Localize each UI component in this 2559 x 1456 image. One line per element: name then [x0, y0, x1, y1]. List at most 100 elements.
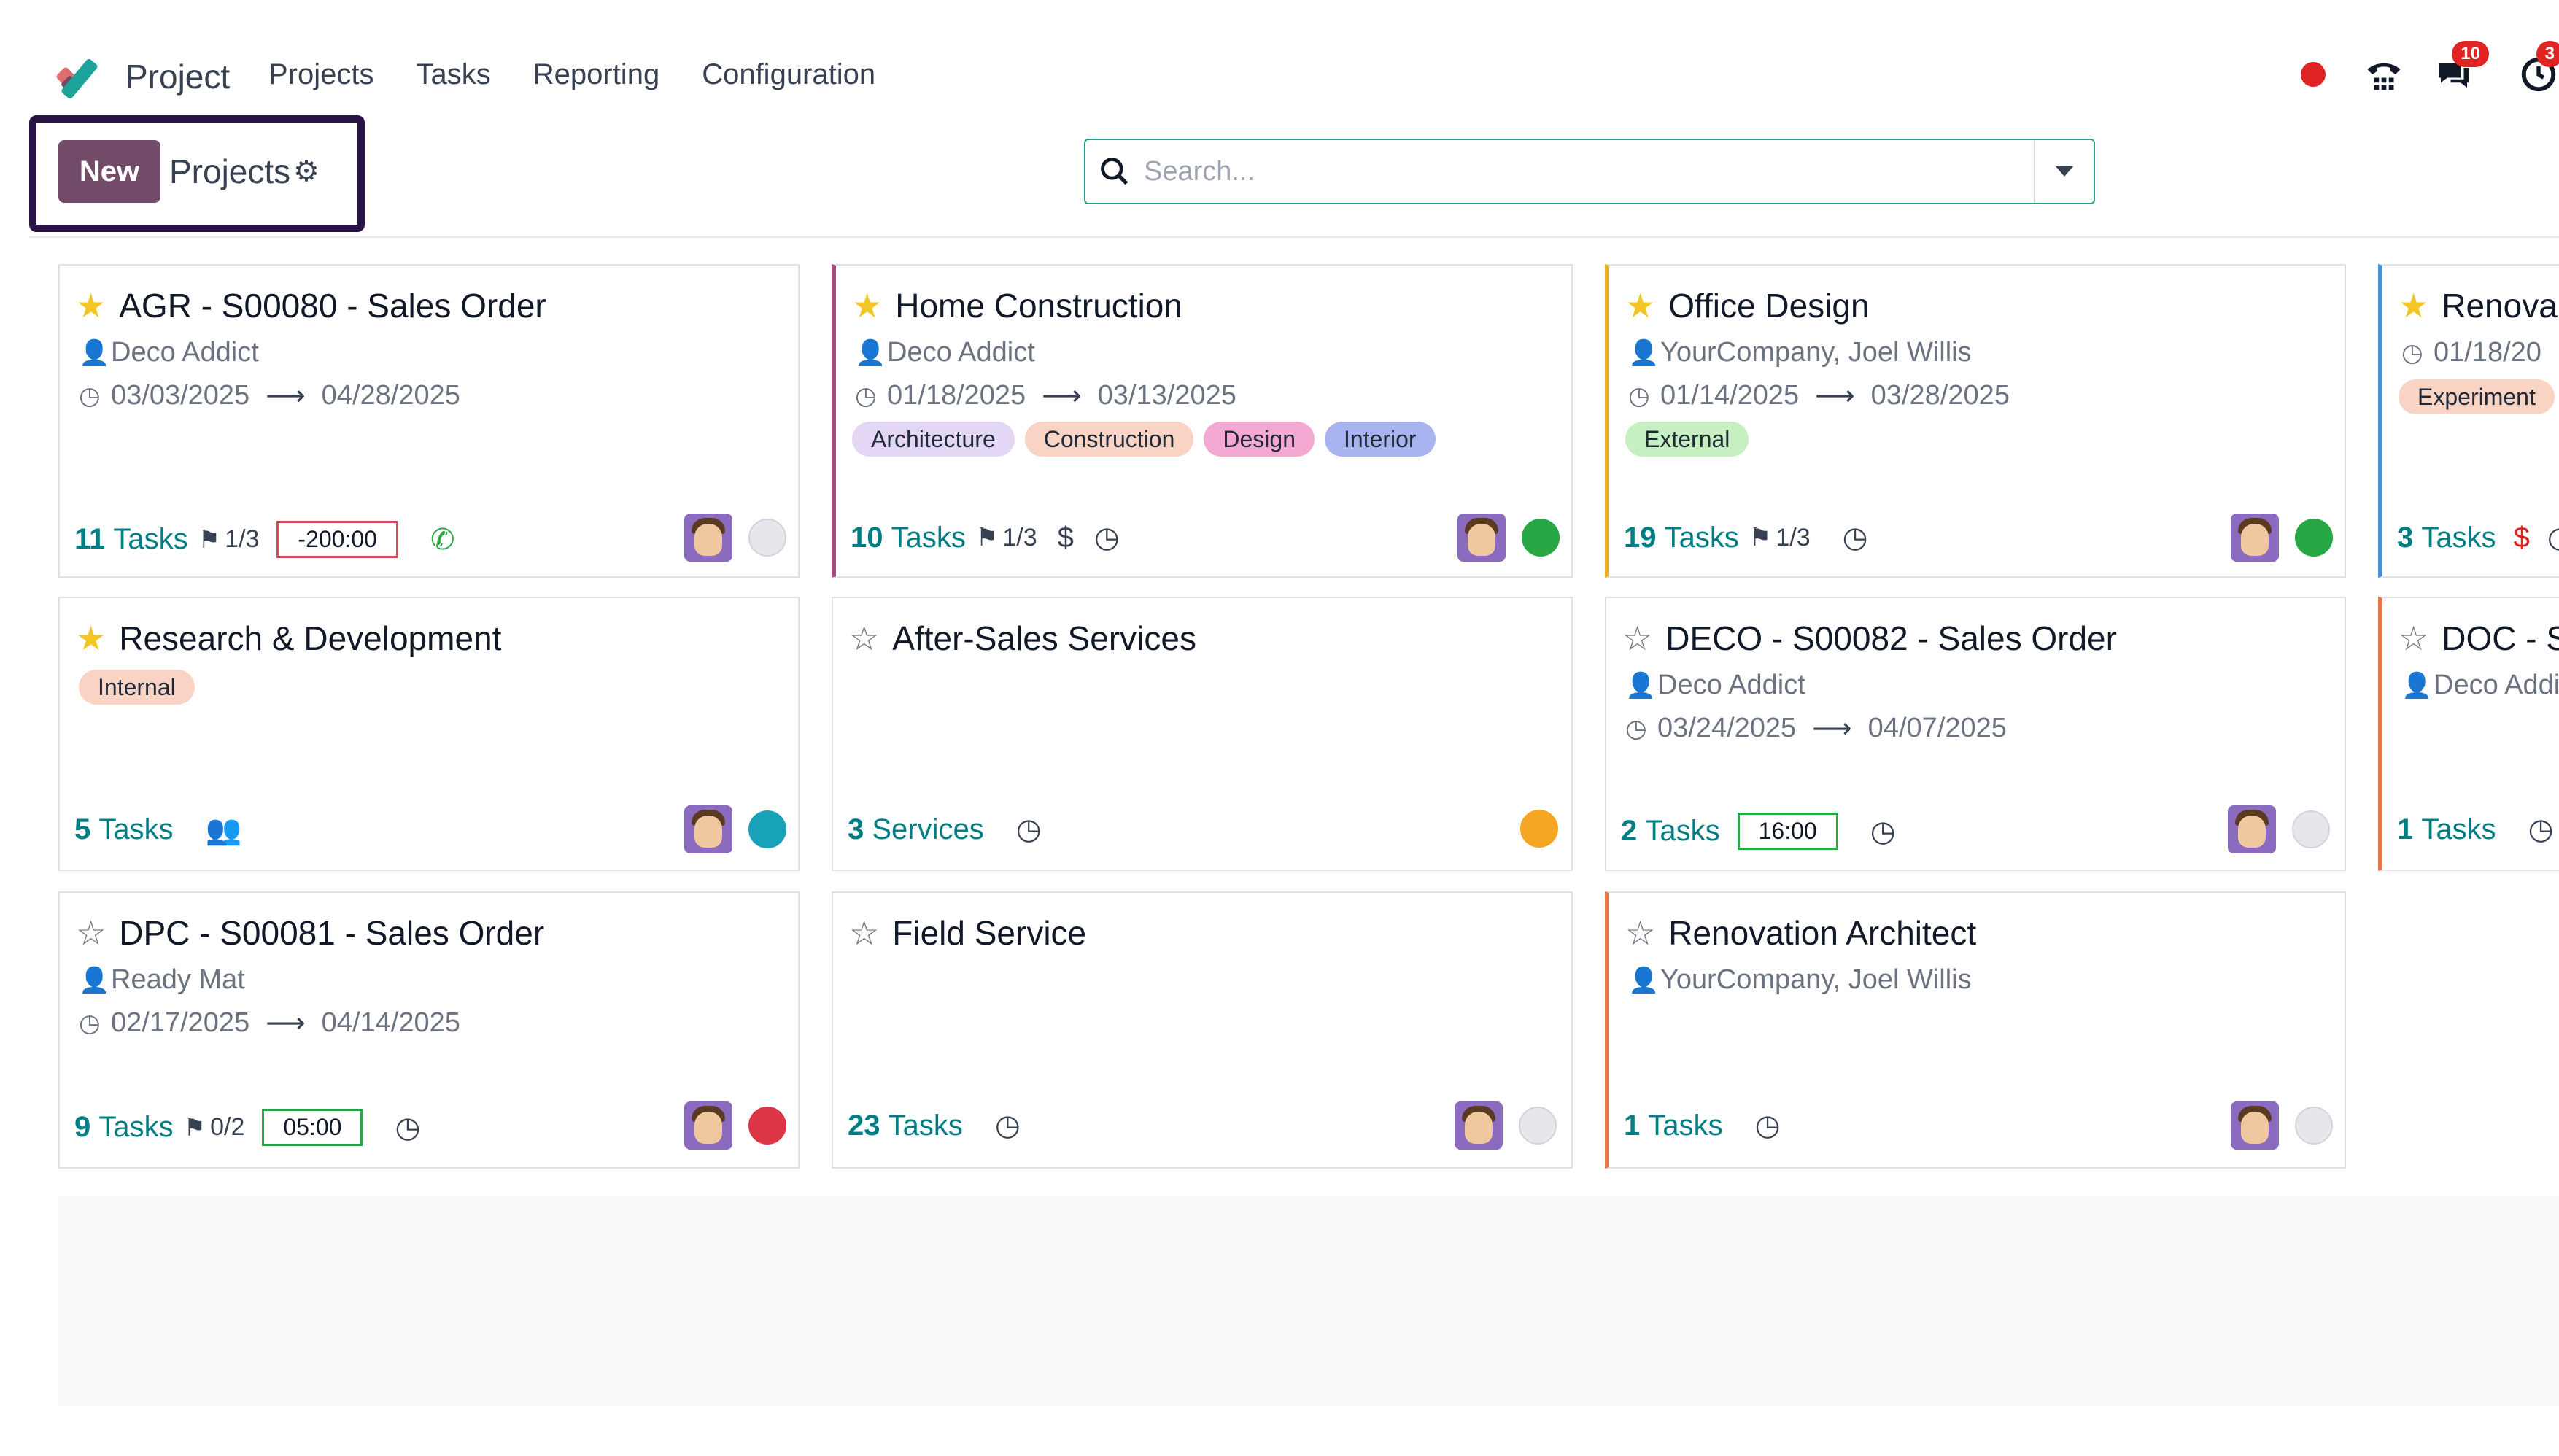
project-card[interactable]: ☆ Renovation Architect 👤 YourCompany, Joel…	[1605, 891, 2346, 1169]
project-card[interactable]: ☆ DPC - S00081 - Sales Order 👤 Ready Mat ◷…	[58, 891, 800, 1169]
status-indicator[interactable]	[2295, 519, 2333, 557]
avatar[interactable]	[684, 514, 732, 562]
activity-clock-icon[interactable]: 3	[2518, 41, 2559, 95]
clock-icon[interactable]: ◷	[1843, 521, 1868, 554]
tasks-link[interactable]: 3 Tasks	[2397, 522, 2496, 554]
clock-icon[interactable]: ◷	[1870, 815, 1896, 848]
status-indicator[interactable]	[1519, 1107, 1557, 1145]
tasks-link[interactable]: 5 Tasks	[74, 813, 174, 846]
user-icon: 👤	[1625, 671, 1657, 700]
project-card[interactable]: ★ Home Construction 👤 Deco Addict ◷ 01/18/2…	[832, 264, 1573, 578]
phone-icon[interactable]: ✆	[430, 523, 455, 557]
activity-badge: 3	[2536, 41, 2559, 67]
star-empty-icon[interactable]: ☆	[1622, 619, 1652, 658]
star-filled-icon[interactable]: ★	[76, 286, 106, 325]
avatar[interactable]	[2228, 805, 2276, 853]
avatar[interactable]	[2231, 514, 2279, 562]
dollar-icon[interactable]: $	[2514, 522, 2530, 554]
project-card[interactable]: ☆ After-Sales Services 3 Services ◷	[832, 597, 1573, 871]
menu-projects[interactable]: Projects	[268, 58, 374, 91]
project-card[interactable]: ★ Office Design 👤 YourCompany, Joel Willis…	[1605, 264, 2346, 578]
dollar-icon[interactable]: $	[1058, 522, 1074, 554]
star-filled-icon[interactable]: ★	[852, 286, 882, 325]
tasks-link[interactable]: 2 Tasks	[1621, 815, 1720, 848]
arrow-right-icon: ⟶	[266, 1008, 306, 1039]
menu-configuration[interactable]: Configuration	[702, 58, 875, 91]
star-filled-icon[interactable]: ★	[76, 619, 106, 658]
new-button[interactable]: New	[58, 140, 160, 203]
tasks-link[interactable]: 9 Tasks	[74, 1111, 174, 1144]
status-indicator[interactable]	[748, 810, 786, 848]
menu-reporting[interactable]: Reporting	[533, 58, 659, 91]
clock-icon[interactable]: ◷	[395, 1111, 420, 1145]
project-card[interactable]: ☆ DECO - S00082 - Sales Order 👤 Deco Addic…	[1605, 597, 2346, 871]
avatar[interactable]	[684, 805, 732, 853]
date-start: 03/03/2025	[111, 380, 250, 411]
phone-icon[interactable]	[2364, 54, 2404, 95]
tag: External	[1625, 422, 1749, 457]
gear-icon[interactable]: ⚙	[293, 155, 320, 188]
tasks-link[interactable]: 23 Tasks	[848, 1110, 963, 1142]
search-options-toggle[interactable]	[2034, 140, 2094, 203]
clock-icon[interactable]: ◷	[1755, 1109, 1781, 1142]
clock-icon[interactable]: ◷	[995, 1109, 1021, 1142]
clock-icon[interactable]: ◷	[1094, 521, 1120, 554]
project-card[interactable]: ★ AGR - S00080 - Sales Order 👤 Deco Addict…	[58, 264, 800, 578]
arrow-right-icon: ⟶	[1042, 381, 1082, 411]
services-link[interactable]: 3 Services	[848, 813, 984, 846]
search-bar[interactable]: Search...	[1084, 139, 2095, 204]
tasks-link[interactable]: 1 Tasks	[2397, 813, 2496, 846]
status-indicator[interactable]	[748, 519, 786, 557]
star-empty-icon[interactable]: ☆	[76, 913, 106, 953]
status-indicator[interactable]	[2292, 810, 2330, 848]
star-empty-icon[interactable]: ☆	[1625, 913, 1655, 953]
avatar[interactable]	[1455, 1101, 1503, 1150]
date-end: 04/28/2025	[321, 380, 460, 411]
project-customer: YourCompany, Joel Willis	[1660, 337, 1972, 368]
tasks-link[interactable]: 10 Tasks	[851, 522, 966, 554]
tasks-link[interactable]: 1 Tasks	[1624, 1110, 1723, 1142]
control-panel: New Projects ⚙ Search...	[29, 115, 2559, 238]
remaining-time: 05:00	[262, 1109, 363, 1146]
star-empty-icon[interactable]: ☆	[849, 913, 879, 953]
project-card[interactable]: ☆ Field Service 23 Tasks ◷	[832, 891, 1573, 1169]
app-name: Project	[125, 58, 231, 96]
clock-icon: ◷	[2401, 338, 2423, 367]
users-icon[interactable]: 👥	[206, 813, 242, 847]
status-indicator[interactable]	[2295, 1107, 2333, 1145]
clock-icon: ◷	[79, 1009, 101, 1037]
project-title: Field Service	[892, 914, 1087, 952]
avatar[interactable]	[684, 1101, 732, 1150]
project-card[interactable]: ☆ DOC - S 👤 Deco Addi 1 Tasks ◷	[2378, 597, 2559, 871]
clock-icon: ◷	[1625, 714, 1647, 743]
star-empty-icon[interactable]: ☆	[2399, 619, 2428, 658]
date-end: 04/14/2025	[321, 1007, 460, 1038]
project-customer: Ready Mat	[111, 964, 245, 995]
search-input[interactable]: Search...	[1144, 156, 1255, 187]
status-indicator[interactable]	[1520, 810, 1558, 848]
recording-indicator-icon[interactable]	[2301, 62, 2326, 87]
avatar[interactable]	[1457, 514, 1506, 562]
avatar[interactable]	[2231, 1101, 2279, 1150]
project-card[interactable]: ★ Research & Development Internal 5 Tasks…	[58, 597, 800, 871]
status-indicator[interactable]	[1522, 519, 1560, 557]
project-card[interactable]: ★ Renova ◷ 01/18/20 Experiment 3 Tasks $ ◷	[2378, 264, 2559, 578]
user-icon: 👤	[1628, 338, 1660, 367]
status-indicator[interactable]	[748, 1107, 786, 1145]
tasks-link[interactable]: 11 Tasks	[74, 523, 188, 556]
date-start: 01/14/2025	[1660, 380, 1800, 411]
user-icon: 👤	[79, 966, 110, 994]
app-brand[interactable]: Project	[55, 53, 230, 101]
star-filled-icon[interactable]: ★	[1625, 286, 1655, 325]
messages-icon[interactable]: 10	[2434, 41, 2489, 95]
star-filled-icon[interactable]: ★	[2399, 286, 2428, 325]
tasks-link[interactable]: 19 Tasks	[1624, 522, 1739, 554]
clock-icon[interactable]: ◷	[1016, 813, 1042, 846]
app-frame: Project Projects Tasks Reporting Configu…	[29, 0, 2559, 1406]
menu-tasks[interactable]: Tasks	[417, 58, 491, 91]
clock-icon[interactable]: ◷	[2528, 813, 2554, 846]
clock-icon[interactable]: ◷	[2547, 521, 2559, 554]
clock-icon: ◷	[1628, 382, 1650, 410]
star-empty-icon[interactable]: ☆	[849, 619, 879, 658]
tag: Interior	[1324, 422, 1436, 457]
